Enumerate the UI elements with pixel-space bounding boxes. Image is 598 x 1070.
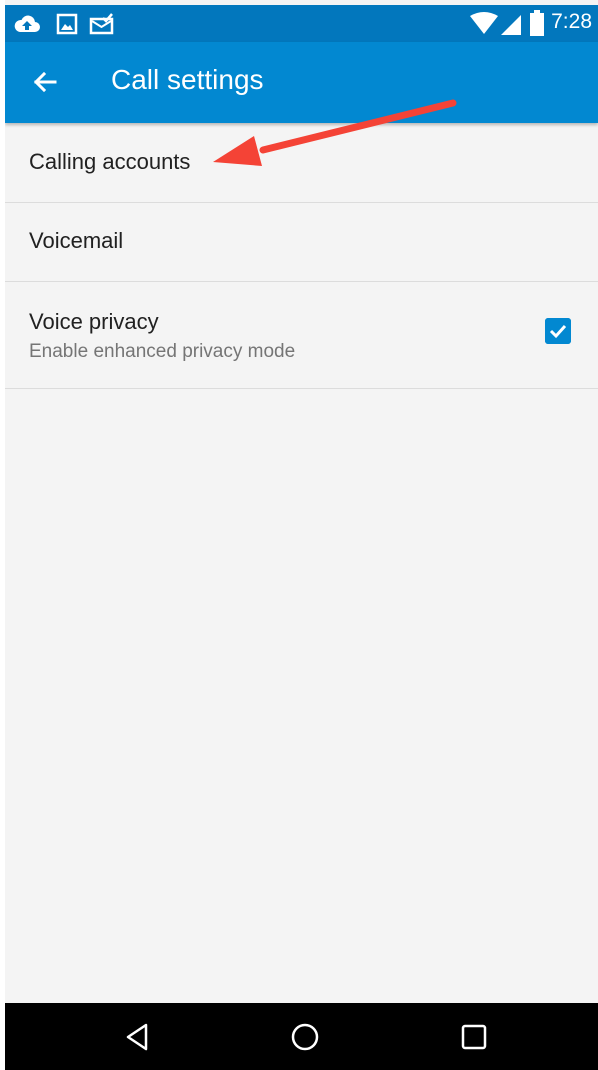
status-time: 7:28 (551, 10, 592, 33)
arrow-left-icon[interactable] (27, 64, 63, 100)
wifi-icon (470, 12, 498, 34)
pref-title: Voice privacy (29, 309, 159, 334)
home-circle-icon[interactable] (287, 1019, 323, 1055)
preference-list: Calling accounts Voicemail Voice privacy… (5, 124, 598, 389)
mail-check-icon (89, 13, 114, 35)
cloud-upload-icon (14, 15, 40, 32)
page-title: Call settings (111, 64, 264, 95)
pref-calling-accounts[interactable]: Calling accounts (5, 124, 598, 203)
pref-title: Calling accounts (29, 149, 191, 174)
back-triangle-icon[interactable] (119, 1019, 155, 1055)
voice-privacy-checkbox[interactable] (545, 318, 571, 344)
image-icon (56, 13, 78, 35)
pref-voicemail[interactable]: Voicemail (5, 203, 598, 282)
battery-icon (530, 10, 544, 36)
signal-icon (501, 15, 521, 35)
pref-title: Voicemail (29, 228, 124, 253)
phone-screen: 7:28 Call settings Calling accounts Voic… (5, 0, 598, 1070)
pref-summary: Enable enhanced privacy mode (29, 341, 296, 362)
status-bar: 7:28 (5, 5, 598, 42)
pref-voice-privacy[interactable]: Voice privacy Enable enhanced privacy mo… (5, 282, 598, 389)
recents-square-icon[interactable] (456, 1019, 492, 1055)
app-bar: Call settings (5, 42, 598, 123)
navigation-bar (5, 1003, 598, 1070)
